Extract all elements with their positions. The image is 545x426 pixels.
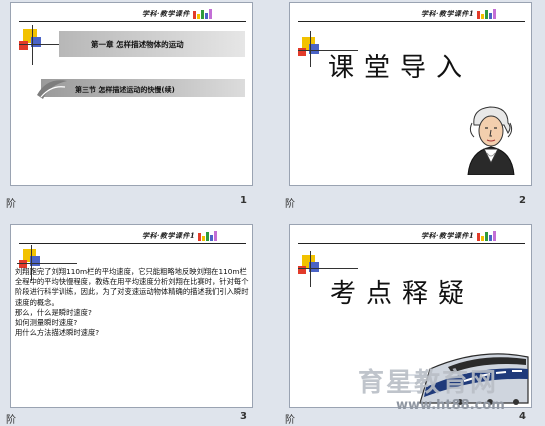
header-text: 学科·教学课件 <box>142 9 190 18</box>
color-bars-icon <box>198 231 218 241</box>
watermark-logo: 育星教育网 <box>358 368 499 398</box>
slide-title: 考点释疑 <box>330 279 475 309</box>
question-3: 用什么方法描述瞬时速度? <box>15 328 100 338</box>
deco-vline <box>310 31 311 67</box>
color-bars-icon <box>192 9 213 19</box>
swoosh-icon <box>37 80 67 99</box>
slide-label-2: 阶 <box>285 199 295 210</box>
slide-number-3: 3 <box>240 411 247 422</box>
deco-vline <box>32 25 33 65</box>
deco-square-red <box>19 41 28 50</box>
header-strip: 学科·教学课件1 <box>142 230 246 242</box>
header-rule <box>298 243 525 244</box>
color-bars-icon <box>477 231 497 241</box>
deco-hline <box>17 263 77 264</box>
slide-label-4: 阶 <box>285 415 295 426</box>
section-title: 第三节 怎样描述运动的快慢(续) <box>75 86 175 94</box>
slide-thumbnail-3[interactable]: 学科·教学课件1 刘翔跑完了刘翔110m栏的平均速度，它只能粗略地反映刘翔在11… <box>10 224 253 408</box>
header-strip: 学科·教学课件1 <box>421 230 525 242</box>
header-text: 学科·教学课件1 <box>421 231 475 240</box>
question-1: 那么，什么是瞬时速度? <box>15 307 92 317</box>
slide-thumbnail-2[interactable]: 学科·教学课件1 课堂导入 <box>289 2 532 186</box>
slide-number-2: 2 <box>519 195 526 206</box>
header-strip: 学科·教学课件 <box>142 8 246 20</box>
slide-number-4: 4 <box>519 411 526 422</box>
header-rule <box>298 21 525 22</box>
deco-vline <box>310 251 311 287</box>
header-text: 学科·教学课件1 <box>142 231 196 240</box>
slide-label-3: 阶 <box>6 415 16 426</box>
watermark-url: www.ht88.com <box>396 398 505 413</box>
header-rule <box>19 21 246 22</box>
slide-body: 刘翔跑完了刘翔110m栏的平均速度，它只能粗略地反映刘翔在110m栏全程中的平均… <box>15 267 251 338</box>
color-bars-icon <box>477 9 497 19</box>
deco-hline <box>298 268 358 269</box>
slide-title: 课堂导入 <box>328 53 473 83</box>
header-strip: 学科·教学课件1 <box>421 8 525 20</box>
header-rule <box>19 243 246 244</box>
slide-label-1: 阶 <box>6 199 16 210</box>
slide-number-1: 1 <box>240 195 247 206</box>
portrait-illustration <box>467 106 515 175</box>
question-2: 如何测量瞬时速度? <box>15 318 78 328</box>
body-paragraph: 刘翔跑完了刘翔110m栏的平均速度，它只能粗略地反映刘翔在110m栏全程中的平均… <box>15 267 249 307</box>
slide-thumbnail-1[interactable]: 学科·教学课件 第一章 怎样描述物体的运动 第三节 怎样描述运动的快慢(续) <box>10 2 253 186</box>
header-text: 学科·教学课件1 <box>421 9 475 18</box>
chapter-title: 第一章 怎样描述物体的运动 <box>91 40 184 49</box>
